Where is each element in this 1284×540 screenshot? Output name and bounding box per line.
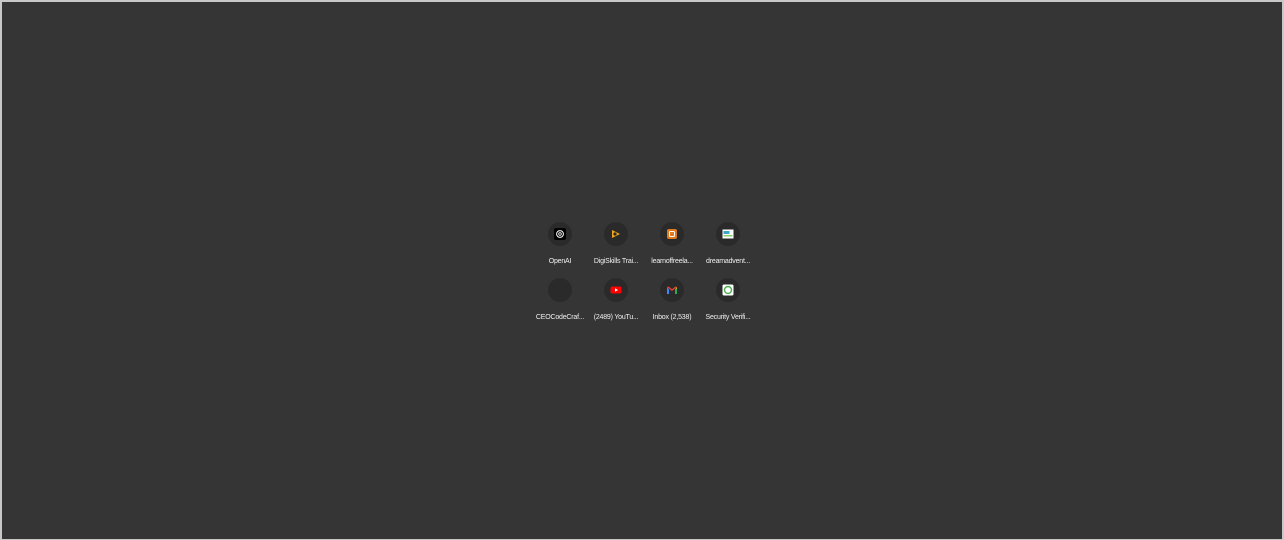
shortcut-ceocodecraft[interactable]: CEOCodeCraf... bbox=[532, 276, 588, 332]
digiskills-icon bbox=[612, 230, 620, 238]
shortcut-learnoffreelancing[interactable]: learnoffreela... bbox=[644, 220, 700, 276]
shortcut-security-verification[interactable]: Security Verifi... bbox=[700, 276, 756, 332]
dreamadventure-icon bbox=[722, 229, 734, 239]
shortcut-icon-container bbox=[548, 278, 572, 302]
shortcut-openai[interactable]: OpenAI bbox=[532, 220, 588, 276]
shortcut-gmail-inbox[interactable]: Inbox (2,538) bbox=[644, 276, 700, 332]
security-verification-icon bbox=[722, 284, 734, 296]
shortcut-label: (2489) YouTu... bbox=[593, 314, 639, 321]
shortcut-youtube[interactable]: (2489) YouTu... bbox=[588, 276, 644, 332]
youtube-icon bbox=[610, 286, 622, 294]
shortcut-icon-container bbox=[548, 222, 572, 246]
shortcut-label: DigiSkills Trai... bbox=[593, 258, 639, 265]
shortcut-icon-container bbox=[604, 222, 628, 246]
shortcut-label: dreamadvent... bbox=[706, 258, 750, 265]
learnoffreelancing-icon bbox=[667, 229, 677, 239]
shortcut-icon-container bbox=[660, 278, 684, 302]
gmail-icon bbox=[667, 286, 677, 294]
shortcut-icon-container bbox=[716, 222, 740, 246]
shortcut-icon-container bbox=[716, 278, 740, 302]
shortcuts-grid: OpenAI DigiSkills Trai... learnoffreela.… bbox=[532, 220, 756, 332]
shortcut-label: CEOCodeCraf... bbox=[535, 314, 585, 321]
shortcut-icon-container bbox=[660, 222, 684, 246]
shortcut-icon-container bbox=[604, 278, 628, 302]
ceocodecraft-icon bbox=[555, 285, 565, 295]
shortcut-dreamadventure[interactable]: dreamadvent... bbox=[700, 220, 756, 276]
shortcut-label: Inbox (2,538) bbox=[652, 314, 692, 321]
openai-icon bbox=[554, 228, 566, 240]
shortcut-label: Security Verifi... bbox=[705, 314, 751, 321]
new-tab-page: OpenAI DigiSkills Trai... learnoffreela.… bbox=[2, 2, 1282, 539]
shortcut-label: OpenAI bbox=[548, 258, 572, 265]
shortcut-digiskills[interactable]: DigiSkills Trai... bbox=[588, 220, 644, 276]
shortcut-label: learnoffreela... bbox=[651, 258, 693, 265]
